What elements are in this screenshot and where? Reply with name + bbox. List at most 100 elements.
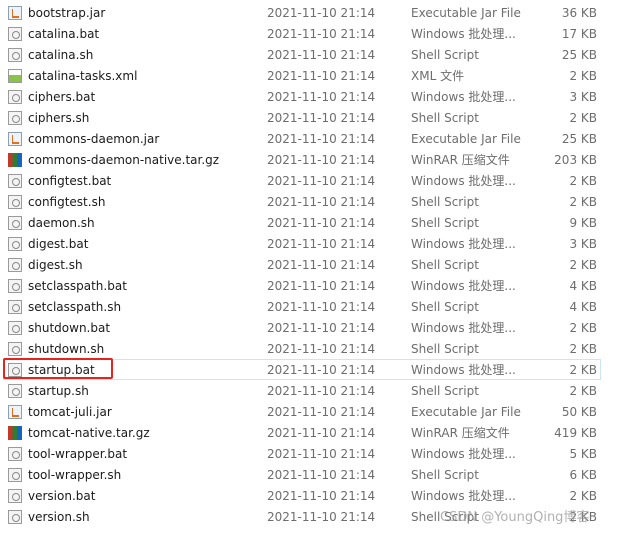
file-type: Windows 批处理... (411, 237, 516, 251)
file-size: 3 KB (569, 90, 597, 104)
file-date: 2021-11-10 21:14 (267, 48, 376, 62)
script-file-icon (8, 237, 22, 251)
file-row[interactable]: tool-wrapper.sh 2021-11-10 21:14 Shell Scr… (3, 464, 601, 485)
file-row[interactable]: ciphers.bat 2021-11-10 21:14 Windows 批处理..… (3, 86, 601, 107)
file-row[interactable]: setclasspath.bat 2021-11-10 21:14 Windows … (3, 275, 601, 296)
watermark: CSDN @YoungQing博客 (440, 510, 590, 525)
file-type: WinRAR 压缩文件 (411, 426, 510, 440)
file-date: 2021-11-10 21:14 (267, 90, 376, 104)
script-file-icon (8, 174, 22, 188)
file-name: catalina-tasks.xml (28, 69, 138, 83)
winrar-archive-icon (8, 153, 22, 167)
file-row[interactable]: shutdown.bat 2021-11-10 21:14 Windows 批处理.… (3, 317, 601, 338)
jar-file-icon (8, 405, 22, 419)
file-row[interactable]: configtest.bat 2021-11-10 21:14 Windows 批处… (3, 170, 601, 191)
script-file-icon (8, 216, 22, 230)
script-file-icon (8, 468, 22, 482)
file-date: 2021-11-10 21:14 (267, 510, 376, 524)
file-row[interactable]: tomcat-native.tar.gz 2021-11-10 21:14 WinR… (3, 422, 601, 443)
file-row[interactable]: digest.bat 2021-11-10 21:14 Windows 批处理...… (3, 233, 601, 254)
file-size: 2 KB (569, 258, 597, 272)
file-row[interactable]: configtest.sh 2021-11-10 21:14 Shell Scrip… (3, 191, 601, 212)
file-name: ciphers.sh (28, 111, 90, 125)
file-type: Windows 批处理... (411, 90, 516, 104)
file-row[interactable]: catalina.bat 2021-11-10 21:14 Windows 批处理.… (3, 23, 601, 44)
file-row[interactable]: commons-daemon-native.tar.gz 2021-11-10 2… (3, 149, 601, 170)
script-file-icon (8, 384, 22, 398)
script-file-icon (8, 300, 22, 314)
script-file-icon (8, 90, 22, 104)
file-row[interactable]: digest.sh 2021-11-10 21:14 Shell Script 2 K… (3, 254, 601, 275)
file-name: setclasspath.sh (28, 300, 122, 314)
file-row[interactable]: commons-daemon.jar 2021-11-10 21:14 Execut… (3, 128, 601, 149)
file-type: Executable Jar File (411, 405, 521, 419)
file-size: 17 KB (561, 27, 597, 41)
file-size: 5 KB (569, 447, 597, 461)
file-name: catalina.bat (28, 27, 100, 41)
file-type: Shell Script (411, 48, 479, 62)
file-size: 2 KB (569, 489, 597, 503)
file-size: 203 KB (554, 153, 597, 167)
file-row[interactable]: catalina.sh 2021-11-10 21:14 Shell Script 2… (3, 44, 601, 65)
file-row[interactable]: shutdown.sh 2021-11-10 21:14 Shell Script 2… (3, 338, 601, 359)
file-date: 2021-11-10 21:14 (267, 174, 376, 188)
file-type: Shell Script (411, 111, 479, 125)
file-type: Shell Script (411, 258, 479, 272)
file-type: Shell Script (411, 216, 479, 230)
file-name: digest.sh (28, 258, 83, 272)
file-name: tool-wrapper.sh (28, 468, 122, 482)
file-size: 2 KB (569, 111, 597, 125)
file-row[interactable]: tomcat-juli.jar 2021-11-10 21:14 Executabl… (3, 401, 601, 422)
script-file-icon (8, 489, 22, 503)
file-type: Windows 批处理... (411, 321, 516, 335)
file-date: 2021-11-10 21:14 (267, 153, 376, 167)
file-type: XML 文件 (411, 69, 465, 83)
file-size: 36 KB (561, 6, 597, 20)
file-date: 2021-11-10 21:14 (267, 426, 376, 440)
file-name: tool-wrapper.bat (28, 447, 128, 461)
file-type: Windows 批处理... (411, 27, 516, 41)
script-file-icon (8, 510, 22, 524)
file-name: bootstrap.jar (28, 6, 106, 20)
file-size: 2 KB (569, 342, 597, 356)
highlight-box (3, 358, 113, 379)
script-file-icon (8, 111, 22, 125)
file-size: 4 KB (569, 279, 597, 293)
file-row[interactable]: daemon.sh 2021-11-10 21:14 Shell Script 9 K… (3, 212, 601, 233)
file-name: daemon.sh (28, 216, 95, 230)
file-type: Shell Script (411, 342, 479, 356)
file-row[interactable]: startup.sh 2021-11-10 21:14 Shell Script 2 … (3, 380, 601, 401)
file-row[interactable]: catalina-tasks.xml 2021-11-10 21:14 XML 文件… (3, 65, 601, 86)
file-type: Windows 批处理... (411, 447, 516, 461)
file-row[interactable]: bootstrap.jar 2021-11-10 21:14 Executable … (3, 2, 601, 23)
file-type: Windows 批处理... (411, 363, 516, 377)
file-name: startup.sh (28, 384, 89, 398)
file-size: 2 KB (569, 195, 597, 209)
file-date: 2021-11-10 21:14 (267, 489, 376, 503)
script-file-icon (8, 258, 22, 272)
file-name: configtest.bat (28, 174, 112, 188)
file-date: 2021-11-10 21:14 (267, 258, 376, 272)
script-file-icon (8, 27, 22, 41)
file-size: 3 KB (569, 237, 597, 251)
file-size: 4 KB (569, 300, 597, 314)
file-size: 25 KB (561, 132, 597, 146)
file-name: configtest.sh (28, 195, 106, 209)
file-row[interactable]: tool-wrapper.bat 2021-11-10 21:14 Windows … (3, 443, 601, 464)
script-file-icon (8, 279, 22, 293)
xml-file-icon (8, 69, 22, 83)
script-file-icon (8, 48, 22, 62)
script-file-icon (8, 321, 22, 335)
file-date: 2021-11-10 21:14 (267, 111, 376, 125)
file-name: digest.bat (28, 237, 89, 251)
file-row[interactable]: setclasspath.sh 2021-11-10 21:14 Shell Scr… (3, 296, 601, 317)
file-name: tomcat-native.tar.gz (28, 426, 150, 440)
file-size: 2 KB (569, 174, 597, 188)
file-name: setclasspath.bat (28, 279, 127, 293)
file-row[interactable]: ciphers.sh 2021-11-10 21:14 Shell Script 2 … (3, 107, 601, 128)
file-name: tomcat-juli.jar (28, 405, 112, 419)
file-row[interactable]: version.bat 2021-11-10 21:14 Windows 批处理..… (3, 485, 601, 506)
file-size: 6 KB (569, 468, 597, 482)
file-name: ciphers.bat (28, 90, 96, 104)
file-date: 2021-11-10 21:14 (267, 405, 376, 419)
